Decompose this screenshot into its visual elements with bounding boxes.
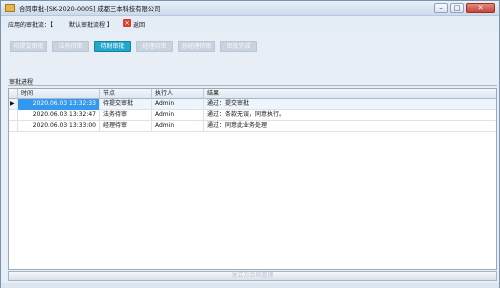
- result-cell[interactable]: 通过：提交审批: [204, 99, 496, 110]
- row-indicator: [9, 110, 18, 121]
- approval-flow-label: 应用的审批流：【: [8, 22, 54, 29]
- node-cell[interactable]: 待提交审批: [100, 99, 152, 110]
- app-icon: [5, 4, 15, 12]
- step-finance-review-button[interactable]: 待财审批: [94, 41, 131, 52]
- row-indicator-header: [9, 89, 18, 99]
- node-cell[interactable]: 法务待审: [100, 110, 152, 121]
- minimize-button[interactable]: –: [434, 3, 448, 13]
- window-bottom-border: [1, 283, 499, 288]
- maximize-button[interactable]: □: [450, 3, 464, 13]
- approval-progress-table: 时间 节点 执行人 结果 ▶ 2020.06.03 13:32:33 待提交审批…: [8, 88, 497, 270]
- close-window-button[interactable]: ✕: [466, 3, 495, 13]
- executor-cell[interactable]: Admin: [152, 99, 204, 110]
- window-title: 合同审批-[SK-2020-0005] 成都三本科技有限公司: [19, 6, 161, 13]
- executor-column-header[interactable]: 执行人: [152, 89, 204, 99]
- result-cell[interactable]: 通过：同意此业务处理: [204, 121, 496, 132]
- step-approval-complete-button[interactable]: 审批完成: [220, 41, 257, 52]
- table-header: 时间 节点 执行人 结果: [9, 89, 496, 99]
- step-general-manager-review-button[interactable]: 总经理待审: [178, 41, 215, 52]
- executor-cell[interactable]: Admin: [152, 110, 204, 121]
- close-icon[interactable]: ×: [123, 19, 131, 27]
- result-cell[interactable]: 通过：条款无误，同意执行。: [204, 110, 496, 121]
- footer-brand-label: 发立方合同管理: [8, 271, 497, 281]
- return-link[interactable]: 返回: [133, 20, 145, 29]
- executor-cell[interactable]: Admin: [152, 121, 204, 132]
- time-cell[interactable]: 2020.06.03 13:32:47: [18, 110, 100, 121]
- approval-flow-value: 默认审批流程 】: [69, 22, 113, 29]
- node-column-header[interactable]: 节点: [100, 89, 152, 99]
- node-cell[interactable]: 经理待审: [100, 121, 152, 132]
- table-row[interactable]: 2020.06.03 13:32:47 法务待审 Admin 通过：条款无误，同…: [9, 110, 496, 121]
- contract-approval-window: 合同审批-[SK-2020-0005] 成都三本科技有限公司 – □ ✕ 应用的…: [0, 0, 500, 288]
- current-row-indicator-icon: ▶: [9, 99, 18, 110]
- approval-flow-bar: 应用的审批流：【 默认审批流程 】 × 返回: [1, 16, 499, 31]
- title-bar: 合同审批-[SK-2020-0005] 成都三本科技有限公司 – □ ✕: [1, 1, 499, 16]
- table-row[interactable]: ▶ 2020.06.03 13:32:33 待提交审批 Admin 通过：提交审…: [9, 99, 496, 110]
- step-manager-review-button[interactable]: 经理待审: [136, 41, 173, 52]
- time-cell[interactable]: 2020.06.03 13:32:33: [18, 99, 100, 110]
- time-cell[interactable]: 2020.06.03 13:33:00: [18, 121, 100, 132]
- step-pending-submit-button[interactable]: 待提交审批: [10, 41, 47, 52]
- step-legal-review-button[interactable]: 法务待审: [52, 41, 89, 52]
- time-column-header[interactable]: 时间: [18, 89, 100, 99]
- result-column-header[interactable]: 结果: [204, 89, 496, 99]
- table-row[interactable]: 2020.06.03 13:33:00 经理待审 Admin 通过：同意此业务处…: [9, 121, 496, 132]
- section-divider: [8, 85, 497, 86]
- row-indicator: [9, 121, 18, 132]
